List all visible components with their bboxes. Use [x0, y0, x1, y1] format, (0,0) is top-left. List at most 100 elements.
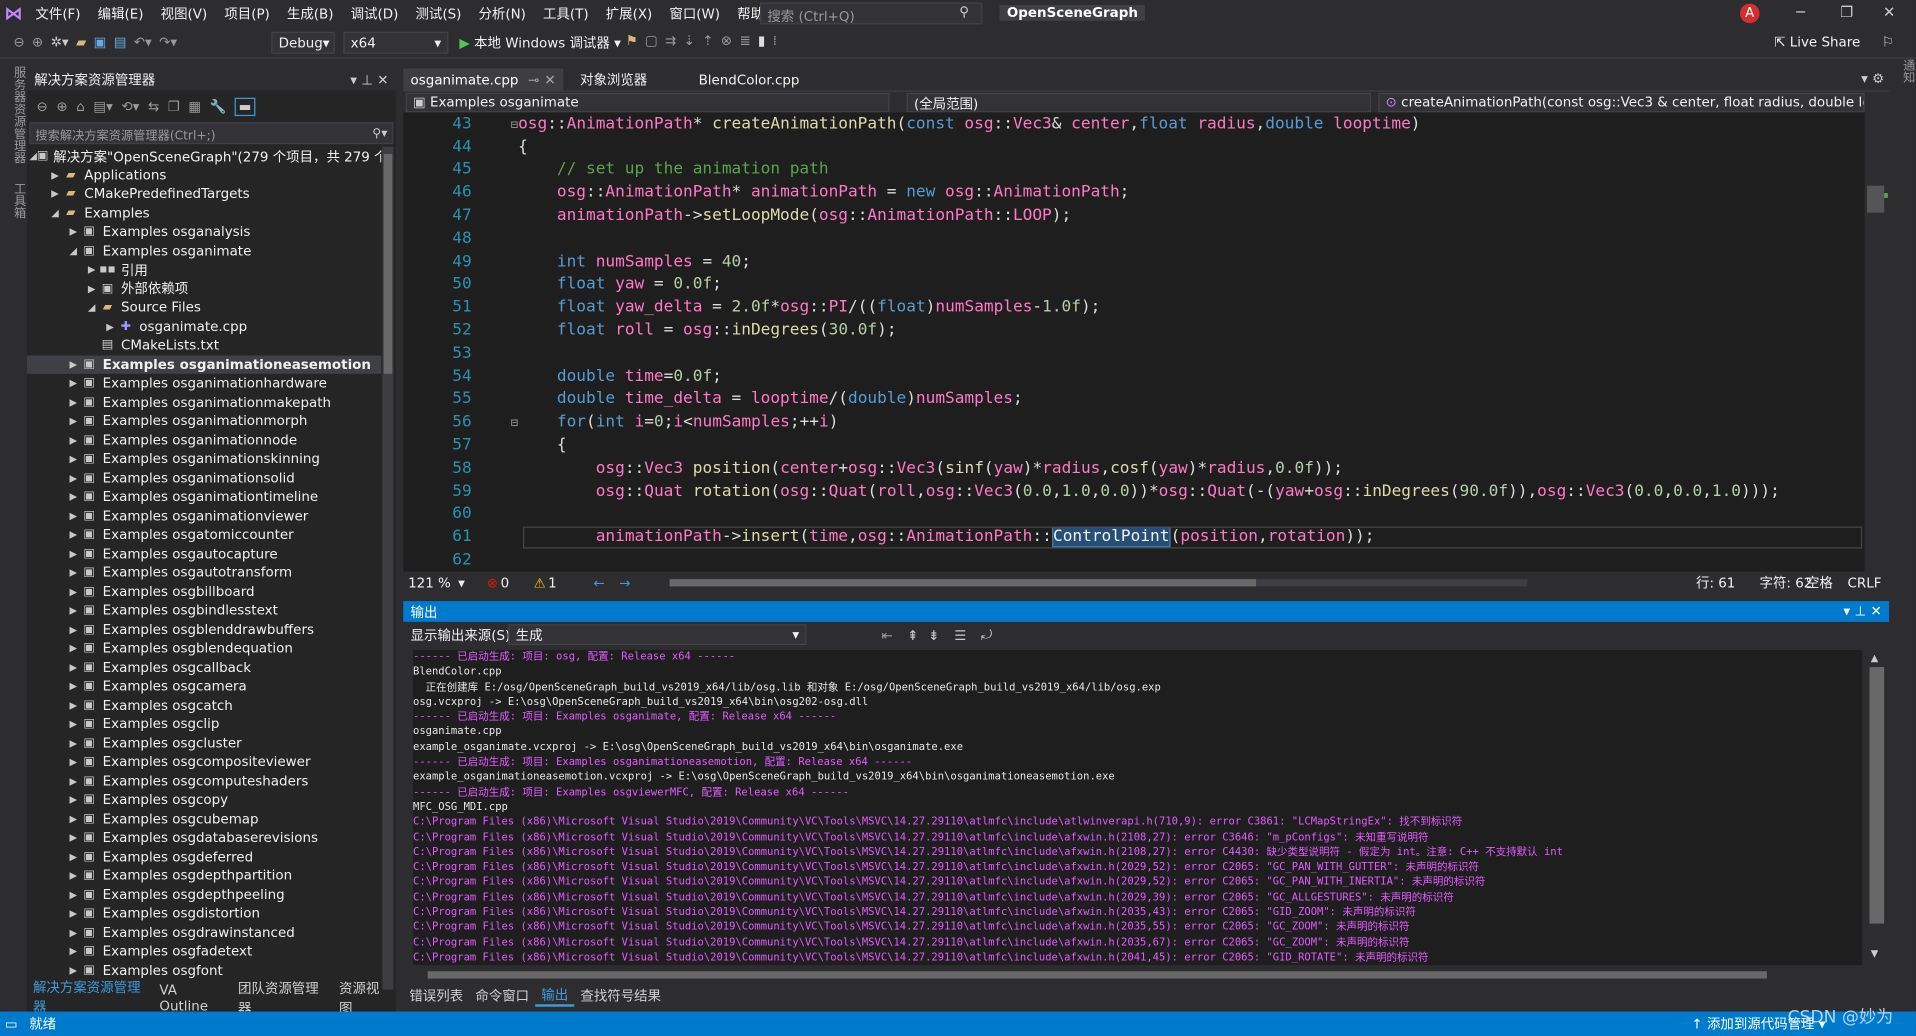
- tree-item[interactable]: ▶ ▣ Examples osganimationviewer: [27, 506, 381, 525]
- scroll-thumb[interactable]: [1867, 185, 1885, 213]
- expand-arrow-icon[interactable]: ▶: [66, 586, 81, 597]
- expand-arrow-icon[interactable]: ▶: [66, 510, 81, 521]
- tree-item[interactable]: ▶ ▣ Examples osganimationmorph: [27, 412, 381, 431]
- step-into-icon[interactable]: ⇣: [684, 33, 695, 49]
- tree-item[interactable]: ▶ ▣ Examples osgautotransform: [27, 563, 381, 582]
- open-folder-icon[interactable]: ▰: [72, 34, 90, 50]
- tree-item[interactable]: ▶ ▣ Examples osganimationeasemotion: [26, 354, 382, 374]
- tree-item[interactable]: ▶ ▣ Examples osgdrawinstanced: [27, 923, 381, 942]
- tree-item[interactable]: ▶ ▣ Examples osgcomputeshaders: [27, 772, 381, 791]
- expand-arrow-icon[interactable]: ▶: [84, 283, 99, 294]
- back-icon[interactable]: ⊖: [37, 98, 48, 114]
- maximize-icon[interactable]: ❐: [1840, 4, 1853, 21]
- expand-arrow-icon[interactable]: ▶: [48, 170, 63, 181]
- minimize-icon[interactable]: ─: [1796, 4, 1805, 21]
- tree-item[interactable]: ▶ ▣ Examples osganimationnode: [27, 431, 381, 450]
- close-icon[interactable]: ✕: [1883, 4, 1895, 21]
- bottom-panel-tab[interactable]: 命令窗口: [469, 986, 535, 1006]
- solution-root[interactable]: ◢ ▣ 解决方案"OpenSceneGraph"(279 个项目，共 279 个): [27, 147, 381, 166]
- menu-item[interactable]: 工具(T): [534, 4, 597, 24]
- tree-item[interactable]: ▶ ▣ Examples osgbillboard: [27, 582, 381, 601]
- scroll-thumb[interactable]: [427, 971, 1767, 979]
- code-editor[interactable]: 43 ⊟ osg:: AnimationPath * createAnimationPa…: [403, 112, 1865, 572]
- expand-arrow-icon[interactable]: ▶: [66, 605, 81, 616]
- tab-object-browser[interactable]: 对象浏览器: [573, 68, 655, 90]
- menu-item[interactable]: 文件(F): [27, 4, 89, 24]
- goto-next-icon[interactable]: ⇟: [928, 627, 939, 643]
- server-explorer-tab[interactable]: 服务器资源管理器: [11, 59, 24, 171]
- tree-item[interactable]: ▶ ▣ Examples osgblendequation: [27, 639, 381, 658]
- goto-prev-icon[interactable]: ⇞: [907, 627, 918, 643]
- save-icon[interactable]: ▣: [90, 34, 110, 50]
- new-project-icon[interactable]: ✲▾: [47, 34, 72, 50]
- tree-item[interactable]: ▶ ▣ Examples osgdatabaserevisions: [27, 828, 381, 847]
- undo-icon[interactable]: ↶▾: [130, 34, 155, 50]
- scroll-up-icon[interactable]: ▲: [1871, 652, 1879, 663]
- find-icon[interactable]: ⇤: [881, 627, 892, 643]
- tree-item[interactable]: ▶ ▣ Examples osganimationtimeline: [27, 487, 381, 506]
- breakpoint-icon[interactable]: ⊗: [721, 33, 732, 49]
- tree-item[interactable]: ▶ ✚ osganimate.cpp: [27, 317, 381, 336]
- platform-select[interactable]: x64 ▾: [343, 31, 449, 54]
- toolbox-tab[interactable]: 工具箱: [11, 175, 24, 226]
- configuration-select[interactable]: Debug ▾: [271, 31, 335, 54]
- expand-arrow-icon[interactable]: ▶: [66, 719, 81, 730]
- project-nav-select[interactable]: ▣ Examples osganimate: [405, 92, 890, 113]
- expand-arrow-icon[interactable]: ▶: [66, 927, 81, 938]
- tab-overflow-icon[interactable]: ▾ ⚙: [1861, 71, 1884, 87]
- tree-item[interactable]: ▶ ▰ Applications: [27, 166, 381, 185]
- search-icon[interactable]: ⚲: [959, 4, 969, 20]
- chevron-down-icon[interactable]: ▾: [458, 575, 465, 591]
- expand-arrow-icon[interactable]: ▶: [48, 188, 63, 199]
- switch-views-icon[interactable]: ▤▾: [93, 98, 112, 114]
- expand-arrow-icon[interactable]: ▶: [66, 643, 81, 654]
- tree-item[interactable]: ▶ ▣ 外部依赖项: [27, 279, 381, 298]
- expand-arrow-icon[interactable]: ◢: [84, 302, 99, 313]
- scroll-thumb[interactable]: [669, 579, 1257, 587]
- tree-item[interactable]: ▶ ▣ Examples osgcompositeviewer: [27, 753, 381, 772]
- step-icon[interactable]: ⇉: [665, 33, 676, 49]
- menu-item[interactable]: 编辑(E): [89, 4, 152, 24]
- expand-arrow-icon[interactable]: ▶: [66, 794, 81, 805]
- expand-arrow-icon[interactable]: ▶: [66, 946, 81, 957]
- expand-arrow-icon[interactable]: ▶: [66, 548, 81, 559]
- collapse-icon[interactable]: ⊟: [511, 118, 518, 131]
- expand-arrow-icon[interactable]: ▶: [103, 321, 118, 332]
- expand-arrow-icon[interactable]: ▶: [66, 757, 81, 768]
- tree-item[interactable]: ▶ ▰ CMakePredefinedTargets: [27, 184, 381, 203]
- show-all-files-icon[interactable]: ▦: [188, 98, 201, 114]
- tab-blendcolor-cpp[interactable]: BlendColor.cpp: [691, 68, 807, 90]
- expand-arrow-icon[interactable]: ▶: [66, 567, 81, 578]
- tree-item[interactable]: ▶ ▣ Examples osgbindlesstext: [27, 601, 381, 620]
- menu-item[interactable]: 项目(P): [216, 4, 279, 24]
- expand-arrow-icon[interactable]: ▶: [66, 908, 81, 919]
- tree-item[interactable]: ▶ ▣ Examples osgcubemap: [27, 809, 381, 828]
- avatar[interactable]: A: [1739, 3, 1760, 24]
- close-icon[interactable]: ✕: [544, 71, 555, 87]
- scope-nav-select[interactable]: (全局范围): [906, 92, 1371, 113]
- step-out-icon[interactable]: ⇡: [702, 33, 713, 49]
- tree-item[interactable]: ▶ ▣ Examples osgdepthpartition: [27, 866, 381, 885]
- output-vertical-scrollbar[interactable]: ▲ ▼: [1864, 649, 1890, 966]
- bottom-panel-tab[interactable]: 查找符号结果: [574, 986, 667, 1006]
- horizontal-scrollbar[interactable]: [669, 579, 1528, 587]
- quick-search-input[interactable]: 搜索 (Ctrl+Q): [760, 2, 983, 25]
- tree-item[interactable]: ▶ ▣ Examples osgcamera: [27, 677, 381, 696]
- tree-item[interactable]: ◢ ▣ Examples osganimate: [27, 241, 381, 260]
- expand-arrow-icon[interactable]: ▶: [66, 700, 81, 711]
- forward-icon[interactable]: ⊕: [28, 34, 47, 50]
- back-icon[interactable]: ⊖: [10, 34, 29, 50]
- menu-item[interactable]: 生成(B): [278, 4, 342, 24]
- tree-item[interactable]: ▶ ▣ Examples osganimationsolid: [27, 469, 381, 488]
- expand-arrow-icon[interactable]: ◢: [29, 151, 37, 162]
- clear-all-icon[interactable]: ☰: [954, 627, 966, 643]
- output-horizontal-scrollbar[interactable]: [413, 967, 1865, 983]
- redo-icon[interactable]: ↷▾: [155, 34, 180, 50]
- indent-indicator[interactable]: 空格: [1806, 573, 1833, 593]
- properties-icon[interactable]: 🔧: [210, 98, 227, 114]
- expand-arrow-icon[interactable]: ▶: [66, 662, 81, 673]
- tree-item[interactable]: ▶ ▪▪ 引用: [27, 260, 381, 279]
- format-icon[interactable]: ≣: [739, 33, 750, 49]
- start-debugging-button[interactable]: ▶ 本地 Windows 调试器 ▾: [459, 33, 620, 53]
- tree-item[interactable]: ▶ ▣ Examples osganimationhardware: [27, 374, 381, 393]
